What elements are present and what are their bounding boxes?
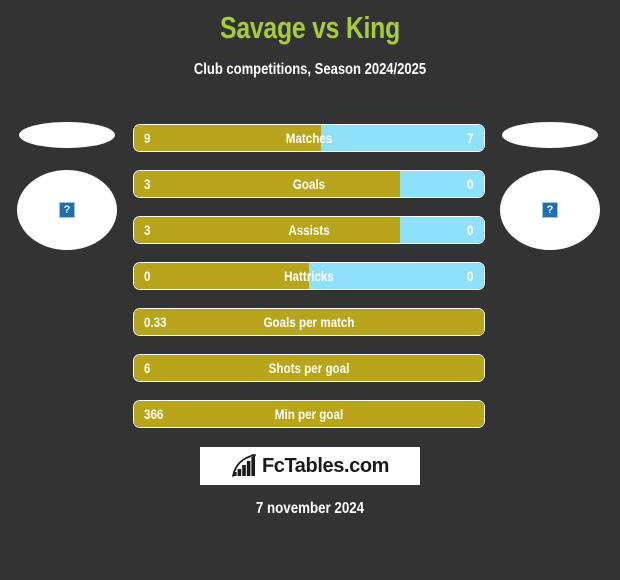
stat-bar-row: 6 Shots per goal <box>133 354 485 382</box>
stat-label: Shots per goal <box>268 361 350 376</box>
stat-label: Min per goal <box>274 407 344 422</box>
stat-value-away: 0 <box>467 223 474 238</box>
stat-value-away: 7 <box>467 131 474 146</box>
stat-bar-row: 0.33 Goals per match <box>133 308 485 336</box>
stat-bar-row: 366 Min per goal <box>133 400 485 428</box>
page-subtitle: Club competitions, Season 2024/2025 <box>193 61 427 78</box>
stat-bar-row: 0 Hattricks 0 <box>133 262 485 290</box>
stat-bar-row: 9 Matches 7 <box>133 124 485 152</box>
stat-label: Hattricks <box>284 269 334 284</box>
stat-label: Goals <box>292 177 326 192</box>
stat-label: Assists <box>288 223 330 238</box>
stat-label: Goals per match <box>263 315 355 330</box>
avatar-right: ? <box>500 170 600 250</box>
fctables-logo[interactable]: FcTables.com <box>200 447 420 485</box>
stat-bar-row: 3 Goals 0 <box>133 170 485 198</box>
footer-date: 7 november 2024 <box>255 500 365 517</box>
broken-image-icon-right: ? <box>542 202 558 218</box>
stat-value-home: 3 <box>144 177 151 192</box>
avatar-left: ? <box>17 170 117 250</box>
broken-image-icon-left: ? <box>59 202 75 218</box>
stat-label: Matches <box>285 131 333 146</box>
stat-bar-row: 3 Assists 0 <box>133 216 485 244</box>
bar-chart-growth-icon <box>232 454 256 477</box>
player-right: ? <box>495 122 605 250</box>
header: Savage vs King Club competitions, Season… <box>0 0 620 80</box>
fctables-logo-text: FcTables.com <box>261 455 390 477</box>
stat-value-home: 6 <box>144 361 151 376</box>
stat-value-home: 9 <box>144 131 151 146</box>
stat-comparison-chart: 9 Matches 7 3 Goals 0 3 Assists 0 0 Hattricks 0 0.33… <box>133 124 485 446</box>
flag-icon-left <box>19 122 115 148</box>
flag-icon-right <box>502 122 598 148</box>
stat-value-away: 0 <box>467 177 474 192</box>
stat-value-home: 0 <box>144 269 151 284</box>
player-left: ? <box>12 122 122 250</box>
stat-value-home: 3 <box>144 223 151 238</box>
page-title: Savage vs King <box>220 10 400 45</box>
stat-value-away: 0 <box>467 269 474 284</box>
